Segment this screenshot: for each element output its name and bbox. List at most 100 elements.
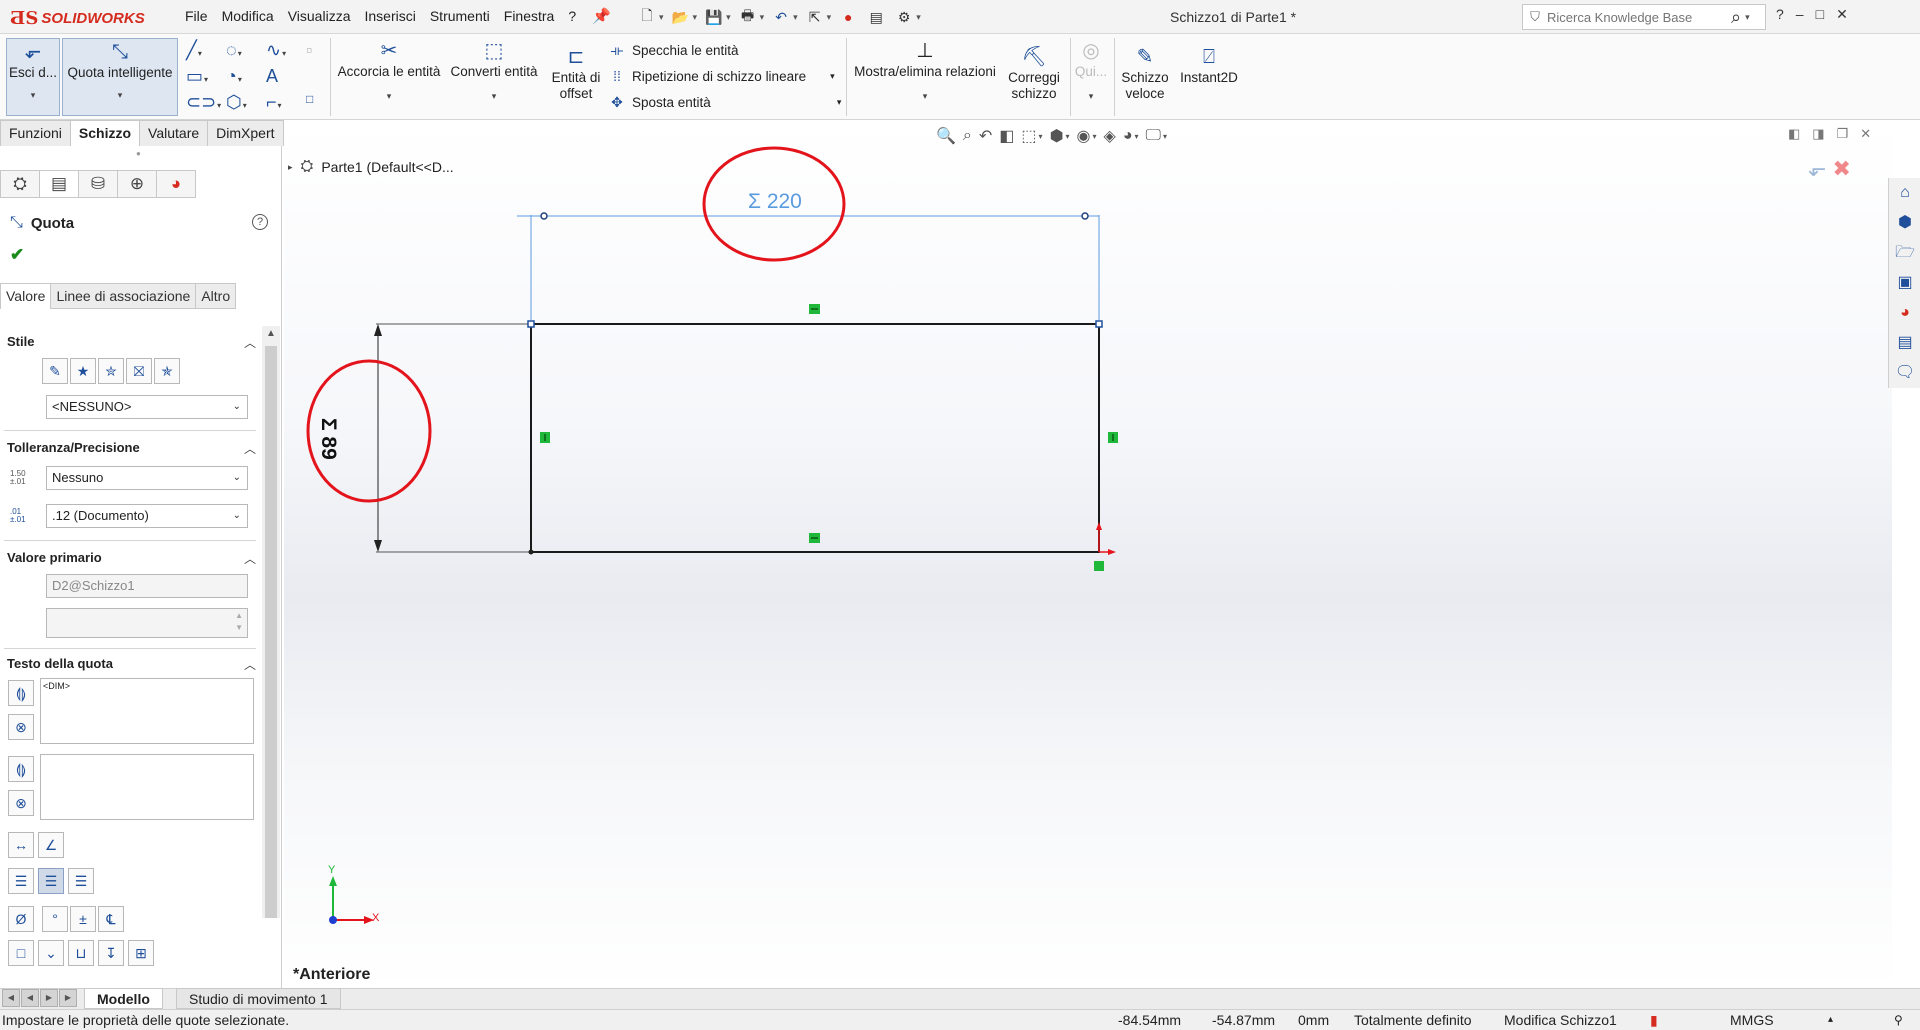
add-favorite-icon[interactable]: ★ [70,358,96,384]
depth-symbol-icon[interactable]: ↧ [98,940,124,966]
menu-strumenti[interactable]: Strumenti [423,8,497,24]
appearances-icon[interactable]: ◕ [1894,302,1916,324]
tab-studio-movimento[interactable]: Studio di movimento 1 [176,988,341,1009]
load-style-icon[interactable]: ✯ [154,358,180,384]
confirmation-corner[interactable]: ⬐ ✖ [1808,156,1851,182]
close-icon[interactable]: ✕ [1860,126,1871,142]
status-bar-toggle-icon[interactable]: ⚲ [1894,1010,1903,1030]
menu-modifica[interactable]: Modifica [215,8,281,24]
display-manager-tab[interactable]: ◕ [156,170,196,198]
home-icon[interactable]: ⌂ [1894,182,1916,204]
pin-menu-icon[interactable]: 📌 [592,7,611,25]
search-icon[interactable]: ⌕ [1731,7,1741,28]
file-properties-icon[interactable]: ▤ [865,6,887,28]
chevron-down-icon[interactable]: ▾ [1066,132,1070,141]
chevron-down-icon[interactable]: ▾ [837,97,842,108]
forum-icon[interactable]: 🗨 [1894,362,1916,384]
chevron-down-icon[interactable]: ▾ [827,12,832,23]
menu-finestra[interactable]: Finestra [497,8,562,24]
file-explorer-icon[interactable]: 🗁 [1894,242,1916,264]
circle-tool[interactable]: ◌▾ [226,40,242,61]
units-menu-icon[interactable]: ▴ [1828,1010,1833,1030]
tab-valore[interactable]: Valore [0,283,52,309]
chevron-down-icon[interactable]: ▾ [659,12,664,23]
diameter-symbol-icon[interactable]: Ø [8,906,34,932]
expand-arrow-icon[interactable]: ▸ [288,162,293,173]
square-symbol-icon[interactable]: □ [8,940,34,966]
configuration-manager-tab[interactable]: ⛁ [78,170,118,198]
countersink-symbol-icon[interactable]: ⌄ [38,940,64,966]
section-stile[interactable]: Stile [7,334,34,349]
apply-default-style-icon[interactable]: ✎ [42,358,68,384]
tab-funzioni[interactable]: Funzioni [0,120,71,146]
part-label[interactable]: Parte1 (Default<<D... [321,159,453,175]
ok-checkmark-icon[interactable]: ✔ [10,245,24,265]
property-manager-tab[interactable]: ▤ [39,170,79,198]
align-right-icon[interactable]: ☰ [68,868,94,894]
design-library-icon[interactable]: ⬢ [1894,212,1916,234]
more-symbols-icon[interactable]: ⊞ [128,940,154,966]
pm-scrollbar[interactable]: ▲ [262,326,280,918]
previous-tab-icon[interactable]: ◀ [21,989,39,1007]
tab-modello[interactable]: Modello [84,988,163,1009]
rectangle-tool[interactable]: ▭▾ [186,66,208,87]
chevron-down-icon[interactable]: ▾ [1093,132,1097,141]
line-tool[interactable]: ╱▾ [186,40,202,61]
cancel-sketch-icon[interactable]: ✖ [1833,156,1851,181]
arc-tool[interactable]: ◔▾ [226,66,242,87]
chevron-down-icon[interactable]: ▾ [1745,12,1750,23]
undo-icon[interactable]: ↶ [770,6,792,28]
collapse-chevron-icon[interactable]: ︿ [244,656,256,673]
text-unlink-icon[interactable]: ⊗ [8,790,34,816]
tolerance-select[interactable]: Nessuno ⌄ [46,466,248,490]
repair-sketch-button[interactable]: ⛏ Correggi schizzo [1004,44,1064,102]
save-icon[interactable]: 💾 [703,6,725,28]
text-spacing-icon[interactable]: ↔ [8,832,34,858]
tile-left-icon[interactable]: ◧ [1788,126,1800,142]
move-entities-button[interactable]: ✥ Sposta entità ▾ [608,94,841,111]
help-icon[interactable]: ? [252,214,268,230]
close-button[interactable]: ✕ [1836,6,1848,23]
select-cursor-icon[interactable]: ⇱ [804,6,826,28]
primary-dimension-name[interactable]: D2@Schizzo1 [46,574,248,598]
collapse-chevron-icon[interactable]: ︿ [244,440,256,457]
solidworks-logo[interactable]: ƋS SOLIDWORKS [10,7,145,29]
custom-properties-icon[interactable]: ▤ [1894,332,1916,354]
plus-minus-symbol-icon[interactable]: ± [70,906,96,932]
display-relations-button[interactable]: ⊥ Mostra/elimina relazioni ▾ [850,38,1000,102]
primary-value-spinner[interactable]: ▲ ▼ [46,608,248,638]
edit-appearance-icon[interactable]: ◕ [1123,127,1133,145]
slot-tool[interactable]: ⊂⊃▾ [186,92,221,113]
section-tolleranza[interactable]: Tolleranza/Precisione [7,440,140,455]
text-link-icon[interactable]: ⟬⟭ [8,756,34,782]
zoom-to-area-icon[interactable]: ⌕ [963,127,972,145]
collapse-chevron-icon[interactable]: ︿ [244,550,256,567]
convert-entities-button[interactable]: ⬚ Converti entità ▾ [446,38,542,102]
rapid-sketch-button[interactable]: ✎ Schizzo veloce [1118,44,1172,102]
chevron-down-icon[interactable]: ▾ [1163,132,1167,141]
chevron-down-icon[interactable]: ▾ [760,12,765,23]
delete-favorite-icon[interactable]: ✮ [98,358,124,384]
scroll-up-icon[interactable]: ▲ [266,328,276,339]
counterbore-symbol-icon[interactable]: ⊔ [68,940,94,966]
tab-dimxpert[interactable]: DimXpert [207,120,284,146]
tab-schizzo[interactable]: Schizzo [69,120,141,146]
exit-sketch-corner-icon[interactable]: ⬐ [1808,156,1826,181]
chevron-down-icon[interactable]: ▾ [793,12,798,23]
last-tab-icon[interactable]: ▶ [59,989,77,1007]
graphics-area[interactable] [284,120,1892,988]
feature-manager-tab[interactable]: ⛭ [0,170,40,198]
smart-dimension-button[interactable]: ⤡ Quota intelligente ▾ [62,38,178,116]
style-select[interactable]: <NESSUNO> ⌄ [46,395,248,419]
feature-tree-flyout[interactable]: ▸ ⛭ Parte1 (Default<<D... [288,158,454,176]
view-orientation-icon[interactable]: ⬢ [1050,126,1064,146]
degree-symbol-icon[interactable]: ° [42,906,68,932]
help-button[interactable]: ? [1776,6,1784,23]
first-tab-icon[interactable]: ◀ [2,989,20,1007]
chevron-down-icon[interactable]: ▾ [1135,132,1139,141]
dimension-text-box-2[interactable] [40,754,254,820]
sketch-fillet-tool[interactable]: A [266,66,278,87]
align-left-icon[interactable]: ☰ [8,868,34,894]
new-document-icon[interactable]: 🗋 [636,6,658,28]
chevron-down-icon[interactable]: ▾ [830,71,835,82]
